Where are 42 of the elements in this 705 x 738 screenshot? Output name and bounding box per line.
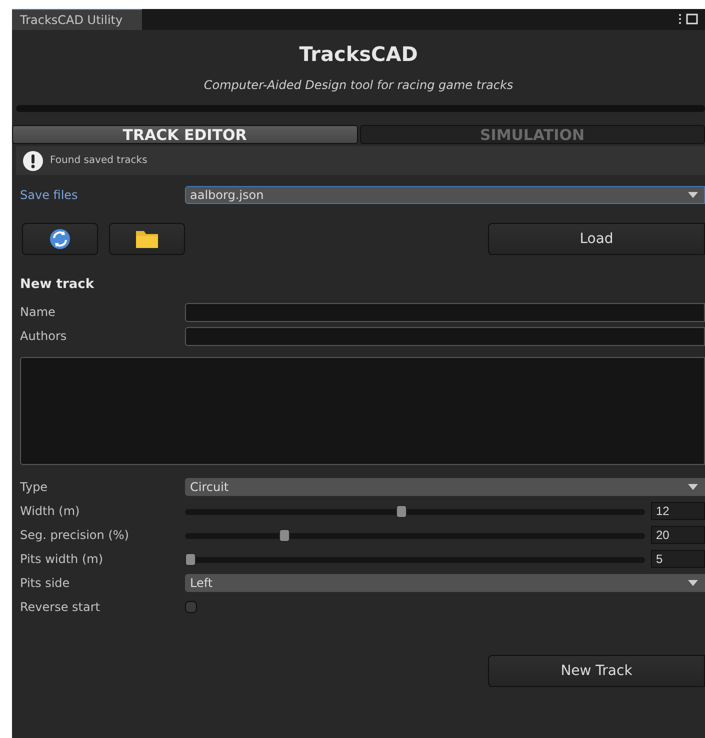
- field-label: Authors: [20, 329, 68, 343]
- field-label: Name: [20, 305, 56, 319]
- field-label: Pits width (m): [20, 552, 104, 566]
- caret-icon: [688, 580, 698, 586]
- new-track-button[interactable]: New Track: [488, 655, 705, 687]
- number-field[interactable]: 12: [651, 502, 705, 520]
- window-controls-icon[interactable]: [677, 13, 701, 25]
- section-heading: New track: [19, 276, 95, 294]
- slider[interactable]: [185, 528, 645, 542]
- field-label: Width (m): [20, 504, 81, 518]
- slider[interactable]: [185, 552, 645, 566]
- slider-thumb[interactable]: [279, 528, 290, 542]
- folder-icon: [135, 229, 159, 249]
- field-label: Seg. precision (%): [20, 528, 130, 542]
- field-label: Save files: [20, 188, 79, 202]
- app-subtitle: Computer-Aided Design tool for racing game tracks: [202, 78, 514, 92]
- field-label: Reverse start: [20, 600, 101, 614]
- refresh-button[interactable]: [22, 223, 98, 255]
- window-tab[interactable]: TracksCAD Utility: [12, 9, 142, 30]
- caret-icon: [688, 484, 698, 490]
- text-area[interactable]: [20, 357, 705, 465]
- number-field[interactable]: 20: [651, 526, 705, 544]
- field-label: Type: [20, 480, 49, 494]
- slider-thumb[interactable]: [396, 504, 408, 518]
- help-message: Found saved tracks: [50, 155, 148, 166]
- slider-thumb[interactable]: [185, 552, 196, 566]
- dropdown[interactable]: Left: [185, 574, 705, 592]
- refresh-icon: [49, 228, 71, 250]
- app-title: TracksCAD: [298, 42, 419, 66]
- tab[interactable]: TRACK EDITOR: [12, 125, 358, 144]
- number-field[interactable]: 5: [651, 550, 705, 568]
- warning-icon: [22, 150, 44, 172]
- folder-button[interactable]: [109, 223, 185, 255]
- slider[interactable]: [185, 504, 645, 518]
- dropdown[interactable]: aalborg.json: [185, 186, 705, 204]
- checkbox[interactable]: [185, 601, 197, 613]
- text-field[interactable]: [185, 302, 705, 322]
- dropdown[interactable]: Circuit: [185, 478, 705, 496]
- field-label: Pits side: [20, 576, 71, 590]
- text-field[interactable]: [185, 326, 705, 346]
- caret-icon: [688, 192, 698, 198]
- load-button[interactable]: Load: [488, 223, 705, 255]
